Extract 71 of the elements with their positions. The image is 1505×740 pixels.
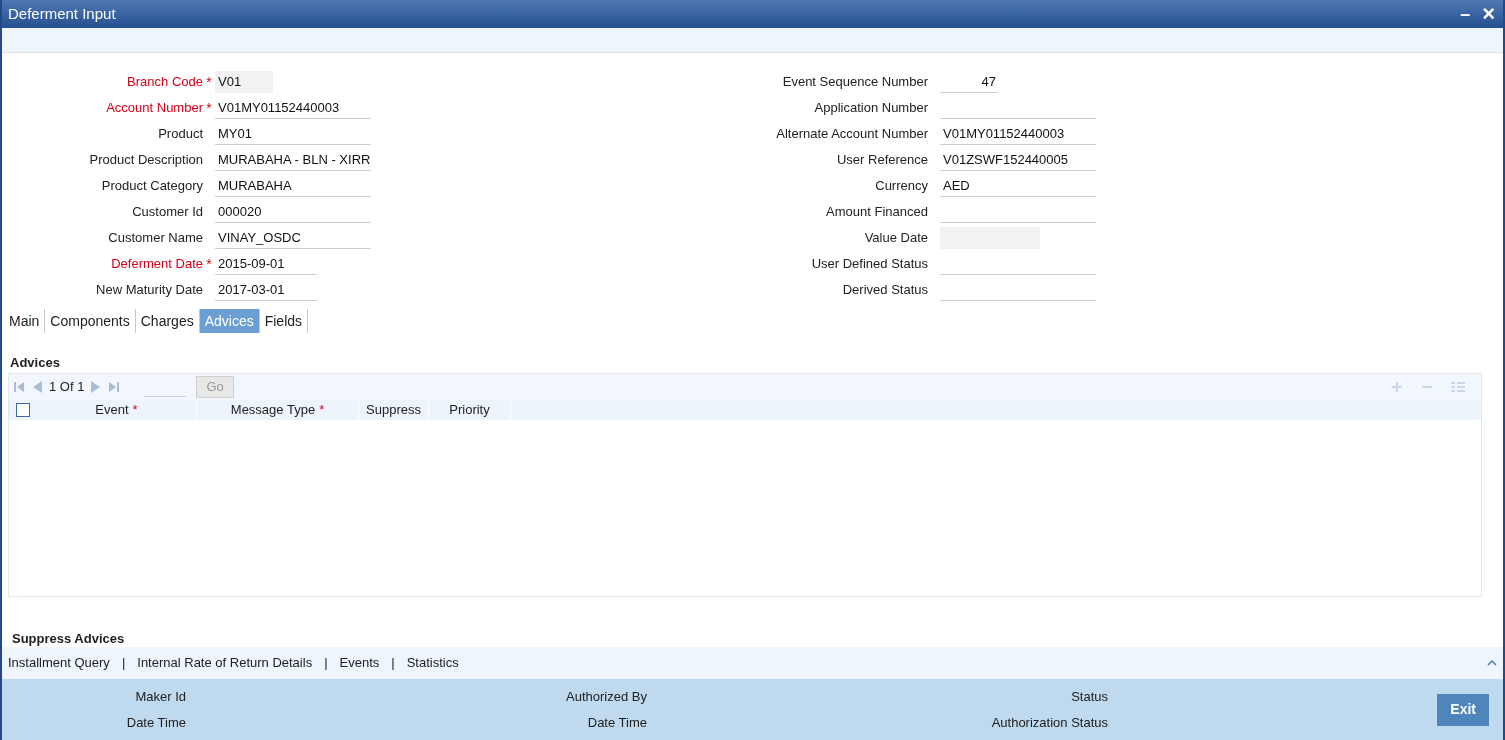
input-field[interactable]: V01MY01152440003 [940, 123, 1096, 145]
input-field[interactable]: V01MY01152440003 [215, 97, 371, 119]
field-label: New Maturity Date [96, 281, 203, 300]
field-label: Product Category [101, 177, 203, 196]
input-field[interactable]: MURABAHA - BLN - XIRR [215, 149, 371, 171]
footer-link[interactable]: Internal Rate of Return Details [137, 653, 313, 673]
audit-label: Date Time [126, 714, 186, 732]
tab[interactable]: Components [45, 309, 136, 333]
field-label: Product [158, 125, 203, 144]
required-mark: * [206, 101, 212, 115]
input-field[interactable]: 2017-03-01 [215, 279, 317, 301]
field-label: User Reference [836, 151, 928, 170]
required-mark: * [206, 257, 212, 271]
audit-label: Date Time [587, 714, 647, 732]
column-label: Priority [449, 401, 490, 420]
field-label: Currency [875, 177, 928, 196]
checkbox[interactable] [16, 403, 30, 417]
audit-label: Authorized By [566, 687, 647, 706]
collapse-icon[interactable] [1487, 659, 1497, 667]
input-field[interactable]: VINAY_OSDC [215, 227, 371, 249]
previous-page-icon[interactable] [31, 381, 43, 393]
footer-link[interactable]: Installment Query [8, 653, 110, 673]
field-label: Product Description [89, 151, 203, 170]
close-button[interactable]: × [1482, 3, 1495, 25]
tab[interactable]: Fields [259, 309, 309, 333]
column-label: Suppress [366, 401, 421, 420]
last-page-icon[interactable] [108, 381, 121, 393]
input-field[interactable]: 47 [940, 71, 998, 93]
section-heading: Advices [9, 354, 61, 372]
section-heading: Suppress Advices [11, 630, 126, 647]
add-row-icon[interactable] [1391, 381, 1403, 393]
footer-link[interactable]: Events [339, 653, 380, 673]
field-label: Value Date [864, 229, 928, 248]
tab[interactable]: Charges [135, 309, 200, 333]
field-label: Event Sequence Number [782, 73, 928, 92]
required-mark: * [132, 401, 138, 420]
required-mark: * [319, 401, 325, 420]
input-field[interactable]: MURABAHA [215, 175, 371, 197]
audit-label: Status [1071, 687, 1108, 706]
minimize-button[interactable]: – [1460, 5, 1471, 23]
input-field[interactable]: 000020 [215, 201, 371, 223]
field-label: Customer Id [132, 203, 203, 222]
field-label: User Defined Status [811, 255, 928, 274]
list-view-icon[interactable] [1451, 381, 1465, 393]
field-label: Alternate Account Number [776, 125, 928, 144]
input-field[interactable]: MY01 [215, 123, 371, 145]
field-label: Deferment Date [111, 255, 203, 274]
link-separator: | [391, 654, 395, 673]
audit-label: Authorization Status [991, 714, 1108, 732]
field-label: Amount Financed [826, 203, 928, 222]
audit-label: Maker Id [135, 687, 186, 706]
page-indicator: 1 Of 1 [49, 378, 85, 397]
link-separator: | [324, 654, 328, 673]
column-label: Message Type [230, 401, 316, 420]
first-page-icon[interactable] [13, 381, 25, 393]
footer-link[interactable]: Statistics [406, 653, 459, 673]
window-title: Deferment Input [8, 3, 116, 24]
input-field[interactable]: V01 [215, 71, 273, 93]
field-label: Customer Name [108, 229, 203, 248]
tab[interactable]: Main [4, 309, 46, 333]
field-label: Account Number [106, 99, 203, 118]
field-label: Derived Status [842, 281, 928, 300]
input-field[interactable]: V01ZSWF152440005 [940, 149, 1096, 171]
exit-button[interactable]: Exit [1437, 693, 1489, 726]
field-label: Branch Code [127, 73, 203, 92]
column-label: Event [95, 401, 129, 420]
field-label: Application Number [814, 99, 928, 118]
input-field[interactable]: AED [940, 175, 1096, 197]
input-field[interactable]: 2015-09-01 [215, 253, 317, 275]
required-mark: * [206, 75, 212, 89]
link-separator: | [121, 654, 126, 673]
